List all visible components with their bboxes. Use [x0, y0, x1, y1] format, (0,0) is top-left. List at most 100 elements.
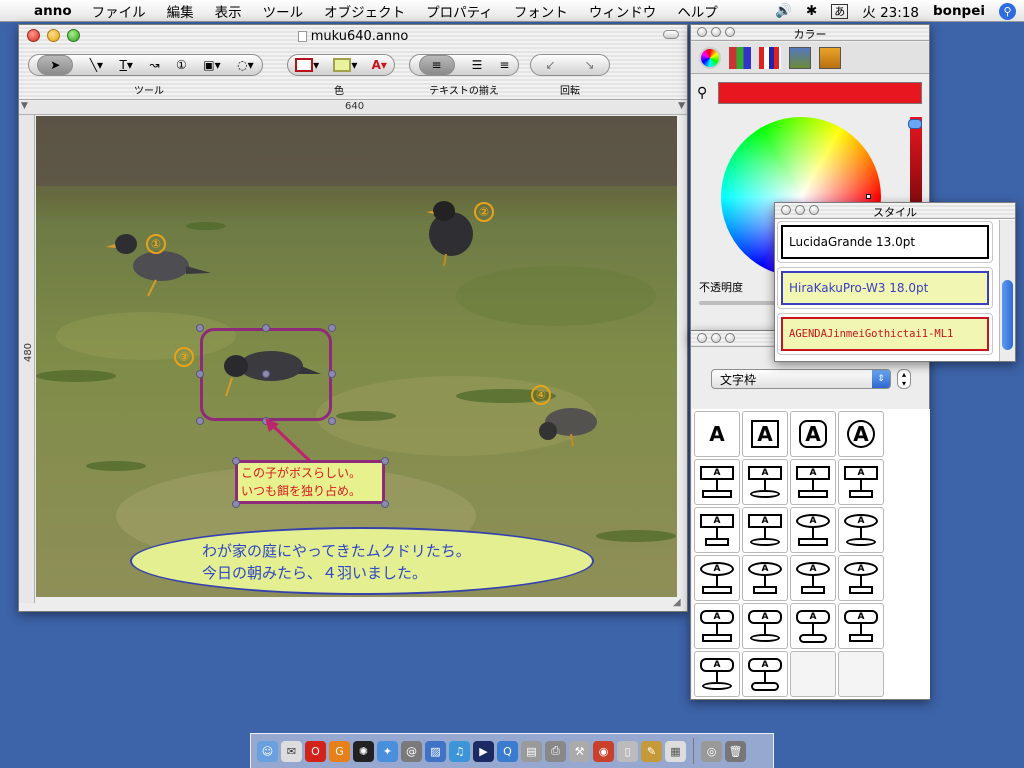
selection-handle[interactable]: [328, 324, 336, 332]
dashboard-icon[interactable]: ✺: [353, 740, 374, 762]
opera-icon[interactable]: O: [305, 740, 326, 762]
brightness-slider-knob[interactable]: [908, 119, 922, 129]
frame-style-option[interactable]: A: [790, 459, 836, 505]
imovie-icon[interactable]: ▶: [473, 740, 494, 762]
frame-style-option[interactable]: A: [694, 603, 740, 649]
itunes-icon[interactable]: ♫: [449, 740, 470, 762]
menu-property[interactable]: プロパティ: [426, 1, 493, 21]
menu-window[interactable]: ウィンドウ: [589, 1, 657, 21]
preview-icon[interactable]: ▤: [521, 740, 542, 762]
address-book-icon[interactable]: @: [401, 740, 422, 762]
toolbar-toggle-button[interactable]: [663, 30, 679, 39]
selection-handle[interactable]: [196, 370, 204, 378]
quicktime-icon[interactable]: Q: [497, 740, 518, 762]
text-tool[interactable]: T▾: [120, 58, 133, 72]
menu-view[interactable]: 表示: [215, 1, 242, 21]
menu-tools[interactable]: ツール: [263, 1, 304, 21]
rotate-left-button[interactable]: ↙: [545, 58, 555, 72]
selection-handle[interactable]: [196, 417, 204, 425]
line-tool[interactable]: ╲▾: [90, 58, 103, 72]
selection-handle[interactable]: [262, 370, 270, 378]
resize-grip-icon[interactable]: ◢: [673, 597, 685, 609]
frame-style-option[interactable]: A: [838, 411, 884, 457]
finder-icon[interactable]: ☺: [257, 740, 278, 762]
selection-handle[interactable]: [232, 457, 240, 465]
selection-handle[interactable]: [381, 500, 389, 508]
frame-panel-zoom-button[interactable]: [725, 333, 735, 343]
clipboard-icon[interactable]: ▦: [665, 740, 686, 762]
frame-style-option[interactable]: A: [838, 507, 884, 553]
selection-handle[interactable]: [232, 500, 240, 508]
number-badge-tool[interactable]: ①: [176, 58, 187, 72]
safari-icon[interactable]: ✦: [377, 740, 398, 762]
frame-style-option[interactable]: A: [838, 555, 884, 601]
frame-style-option[interactable]: A: [838, 459, 884, 505]
badge-2[interactable]: ②: [474, 202, 494, 222]
style-scrollbar[interactable]: [999, 220, 1015, 361]
crayons-tab-icon[interactable]: [819, 47, 841, 69]
current-color-well[interactable]: [718, 82, 922, 104]
frame-style-option[interactable]: A: [694, 459, 740, 505]
style-item-lucida[interactable]: LucidaGrande 13.0pt: [777, 221, 993, 263]
annotation-canvas[interactable]: ① ② ③ ④ この子がボスらしい。 いつも餌を独り占め。 わが家の庭にやってき…: [36, 116, 677, 597]
frame-style-option[interactable]: A: [742, 459, 788, 505]
input-method-icon[interactable]: あ: [831, 3, 849, 19]
clock[interactable]: 火 23:18: [862, 1, 919, 21]
volume-icon[interactable]: 🔊: [775, 3, 792, 19]
frame-panel-close-button[interactable]: [697, 333, 707, 343]
downloads-stack-icon[interactable]: ◎: [701, 740, 722, 762]
text-color-button[interactable]: A▾: [372, 58, 387, 72]
frame-type-select[interactable]: 文字枠 ⇕: [711, 369, 891, 389]
magnifier-icon[interactable]: ⚲: [697, 85, 707, 101]
frame-style-option[interactable]: A: [694, 507, 740, 553]
frame-stepper[interactable]: ▴ ▾: [897, 369, 911, 389]
frame-style-option[interactable]: A: [790, 555, 836, 601]
spotlight-icon[interactable]: ⚲: [999, 2, 1016, 20]
stroke-color-button[interactable]: ▾: [295, 58, 319, 72]
menu-object[interactable]: オブジェクト: [324, 1, 405, 21]
selection-handle[interactable]: [196, 324, 204, 332]
curve-tool[interactable]: ↝: [149, 58, 159, 72]
badge-4[interactable]: ④: [531, 385, 551, 405]
selection-handle[interactable]: [381, 457, 389, 465]
selection-handle[interactable]: [328, 370, 336, 378]
fill-color-button[interactable]: ▾: [333, 58, 357, 72]
trash-icon[interactable]: 🗑: [725, 740, 746, 762]
frame-style-option[interactable]: A: [742, 651, 788, 697]
frame-style-option[interactable]: A: [694, 651, 740, 697]
g-app-icon[interactable]: G: [329, 740, 350, 762]
ipod-icon[interactable]: ▯: [617, 740, 638, 762]
style-item-hirakaku[interactable]: HiraKakuPro-W3 18.0pt: [777, 267, 993, 309]
frame-style-option[interactable]: A: [790, 507, 836, 553]
style-scrollbar-thumb[interactable]: [1002, 280, 1013, 350]
user-menu[interactable]: bonpei: [933, 3, 985, 19]
image-tab-icon[interactable]: [789, 47, 811, 69]
menu-edit[interactable]: 編集: [167, 1, 194, 21]
style-item-agenda[interactable]: AGENDAJinmeiGothictai1-ML1: [777, 313, 993, 355]
badge-1[interactable]: ①: [146, 234, 166, 254]
frame-style-option[interactable]: A: [742, 555, 788, 601]
caption-ellipse[interactable]: わが家の庭にやってきたムクドリたち。 今日の朝みたら、４羽いました。: [130, 527, 594, 595]
frame-style-option[interactable]: A: [742, 603, 788, 649]
badge-3[interactable]: ③: [174, 347, 194, 367]
menu-file[interactable]: ファイル: [92, 1, 146, 21]
frame-style-option[interactable]: A: [694, 555, 740, 601]
align-right-button[interactable]: ≡: [499, 58, 509, 72]
selection-handle[interactable]: [262, 324, 270, 332]
rotate-right-button[interactable]: ↘: [584, 58, 594, 72]
frame-style-option[interactable]: A: [694, 411, 740, 457]
anno-dock-icon[interactable]: ✎: [641, 740, 662, 762]
sliders-tab-icon[interactable]: [729, 47, 751, 69]
palette-tab-icon[interactable]: [759, 47, 781, 69]
frame-style-option[interactable]: A: [790, 603, 836, 649]
frame-style-option[interactable]: A: [742, 507, 788, 553]
menu-help[interactable]: ヘルプ: [677, 1, 718, 21]
bluetooth-icon[interactable]: ✱: [806, 3, 817, 19]
frame-style-option[interactable]: A: [838, 603, 884, 649]
photo-booth-icon[interactable]: ◉: [593, 740, 614, 762]
callout-box[interactable]: この子がボスらしい。 いつも餌を独り占め。: [235, 460, 385, 504]
align-left-button[interactable]: ≡: [418, 55, 455, 75]
frame-panel-minimize-button[interactable]: [711, 333, 721, 343]
app-menu[interactable]: anno: [34, 3, 72, 19]
shape-tool[interactable]: ◌▾: [237, 58, 254, 72]
